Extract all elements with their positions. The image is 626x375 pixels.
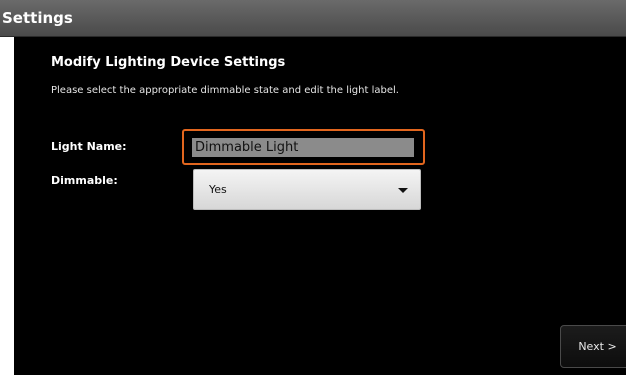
next-button[interactable]: Next > xyxy=(560,325,626,368)
page-heading: Modify Lighting Device Settings xyxy=(51,55,286,70)
light-name-field-focus-ring xyxy=(182,129,425,165)
settings-window: Modify Lighting Device Settings Please s… xyxy=(14,0,626,375)
dimmable-select[interactable]: Yes xyxy=(193,169,421,210)
light-name-label: Light Name: xyxy=(51,140,127,153)
light-name-input[interactable] xyxy=(192,138,414,157)
title-bar: Settings xyxy=(0,0,626,37)
window-title: Settings xyxy=(2,9,73,27)
chevron-down-icon xyxy=(398,188,408,193)
dimmable-selected-value: Yes xyxy=(209,183,227,196)
page-description: Please select the appropriate dimmable s… xyxy=(51,85,399,96)
dimmable-label: Dimmable: xyxy=(51,174,118,187)
app-frame: Modify Lighting Device Settings Please s… xyxy=(0,0,626,375)
